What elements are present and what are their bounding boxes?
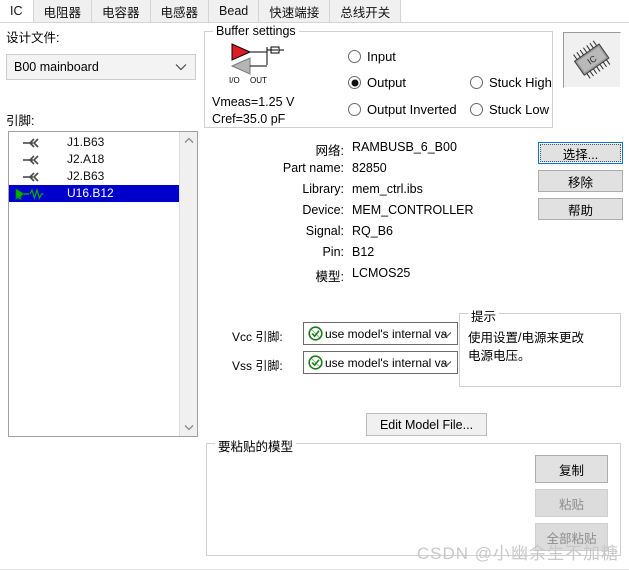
copy-button[interactable]: 复制	[535, 455, 608, 483]
radio-label: Stuck Low	[489, 102, 549, 117]
radio-dot	[348, 76, 361, 89]
detail-key: Part name:	[282, 161, 344, 175]
vcc-pin-label: Vcc 引脚:	[232, 330, 283, 344]
tab-2[interactable]: 电容器	[92, 0, 151, 23]
watermark: CSDN @小幽余生不加糖	[416, 544, 619, 563]
detail-row: Pin: B12	[0, 245, 629, 263]
edit-model-file-button[interactable]: Edit Model File...	[366, 413, 487, 436]
tab-4[interactable]: Bead	[209, 0, 260, 23]
detail-row: 网络: RAMBUSB_6_B00	[0, 140, 629, 158]
buffer-out-label: OUT	[250, 76, 267, 85]
detail-row: 模型: LCMOS25	[0, 266, 629, 284]
buffer-symbol-icon	[228, 41, 294, 75]
help-button-label: 帮助	[567, 203, 593, 218]
radio-output[interactable]: Output	[348, 75, 406, 90]
scroll-down-icon[interactable]	[180, 419, 197, 436]
radio-output-inverted[interactable]: Output Inverted	[348, 102, 457, 117]
detail-value: RQ_B6	[352, 224, 393, 238]
design-file-combo[interactable]: B00 mainboard	[6, 54, 196, 80]
detail-row: Device: MEM_CONTROLLER	[0, 203, 629, 221]
hint-legend: 提示	[468, 306, 500, 325]
select-button-label: 选择...	[562, 147, 599, 162]
detail-key: Signal:	[305, 224, 344, 238]
ibis-model-dialog: IC 电阻器 电容器 电感器 Bead 快速端接 总线开关 设计文件: B00 mainbo…	[0, 0, 629, 570]
radio-stuck-low[interactable]: Stuck Low	[470, 102, 549, 117]
radio-label: Output Inverted	[367, 102, 457, 117]
paste-model-legend: 要粘贴的模型	[215, 436, 297, 455]
tab-bar: IC 电阻器 电容器 电感器 Bead 快速端接 总线开关	[0, 0, 629, 23]
detail-value: 82850	[352, 161, 387, 175]
radio-dot	[348, 103, 361, 116]
check-circle-icon	[305, 324, 325, 344]
detail-value: RAMBUSB_6_B00	[352, 140, 457, 154]
remove-button-label: 移除	[567, 175, 593, 190]
design-file-label: 设计文件:	[6, 31, 60, 45]
edit-model-file-label: Edit Model File...	[379, 417, 474, 432]
tab-label: 电阻器	[43, 5, 82, 20]
radio-dot	[470, 76, 483, 89]
cref-label: Cref=35.0 pF	[212, 112, 286, 126]
vcc-pin-combo[interactable]: use model's internal va	[303, 322, 458, 345]
detail-key: Library:	[302, 182, 344, 196]
chevron-down-icon	[175, 63, 187, 71]
buffer-settings-legend: Buffer settings	[213, 24, 299, 38]
ic-chip-icon: IC	[573, 40, 611, 79]
tab-label: 快速端接	[269, 5, 320, 20]
tab-5[interactable]: 快速端接	[259, 0, 331, 23]
detail-row: Library: mem_ctrl.ibs	[0, 182, 629, 200]
paste-button[interactable]: 粘贴	[535, 489, 608, 517]
detail-value: MEM_CONTROLLER	[352, 203, 474, 217]
detail-row: Part name: 82850	[0, 161, 629, 179]
vss-pin-combo[interactable]: use model's internal va	[303, 351, 458, 374]
detail-row: Signal: RQ_B6	[0, 224, 629, 242]
radio-label: Stuck High	[489, 75, 552, 90]
radio-label: Input	[367, 49, 396, 64]
radio-stuck-high[interactable]: Stuck High	[470, 75, 552, 90]
tab-strip: IC 电阻器 电容器 电感器 Bead 快速端接 总线开关	[0, 0, 402, 23]
detail-key: Device:	[302, 203, 344, 217]
vss-pin-value: use model's internal va	[325, 355, 448, 370]
tab-1[interactable]: 电阻器	[33, 0, 93, 23]
detail-value: B12	[352, 245, 375, 259]
chevron-down-icon	[441, 327, 452, 341]
radio-label: Output	[367, 75, 407, 90]
chevron-down-icon	[441, 356, 452, 370]
detail-value: mem_ctrl.ibs	[352, 182, 423, 196]
vss-pin-label: Vss 引脚:	[232, 359, 283, 373]
hint-line-1: 使用设置/电源来更改	[468, 331, 584, 345]
help-button[interactable]: 帮助	[538, 198, 623, 220]
hint-line-2: 电源电压。	[468, 349, 531, 363]
remove-button[interactable]: 移除	[538, 170, 623, 192]
detail-key: 模型:	[315, 270, 344, 284]
radio-input[interactable]: Input	[348, 49, 396, 64]
select-button[interactable]: 选择...	[538, 142, 623, 164]
tab-label: IC	[10, 4, 23, 18]
tab-3[interactable]: 电感器	[150, 0, 210, 23]
tab-0[interactable]: IC	[0, 0, 34, 23]
tab-label: Bead	[219, 4, 249, 18]
radio-dot	[470, 103, 483, 116]
detail-key: Pin:	[322, 245, 344, 259]
vcc-pin-value: use model's internal va	[325, 326, 448, 341]
detail-value: LCMOS25	[352, 266, 411, 280]
check-circle-icon	[305, 353, 325, 373]
tab-label: 电容器	[102, 5, 140, 20]
ic-chip-panel[interactable]: IC	[563, 32, 621, 88]
tab-label: 总线开关	[340, 5, 391, 20]
tab-6[interactable]: 总线开关	[330, 0, 402, 23]
tab-label: 电感器	[160, 5, 199, 20]
vmeas-label: Vmeas=1.25 V	[212, 95, 295, 109]
radio-dot	[348, 50, 361, 63]
detail-key: 网络:	[315, 144, 344, 158]
copy-button-label: 复制	[558, 463, 584, 478]
pins-label: 引脚:	[6, 114, 35, 128]
paste-button-label: 粘贴	[558, 497, 584, 512]
buffer-io-label: I/O	[229, 76, 240, 85]
design-file-value: B00 mainboard	[14, 60, 99, 74]
